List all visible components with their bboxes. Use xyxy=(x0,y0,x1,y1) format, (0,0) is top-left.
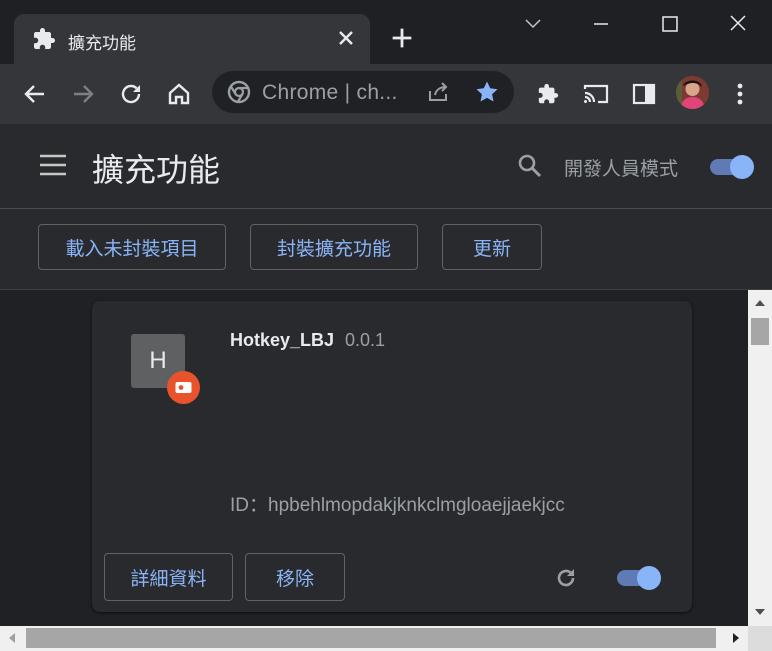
side-panel-icon[interactable] xyxy=(628,78,660,110)
minimize-icon[interactable] xyxy=(583,10,619,40)
tab-extensions[interactable]: 擴充功能 xyxy=(14,14,370,64)
extensions-puzzle-icon[interactable] xyxy=(532,78,564,110)
browser-window: 擴充功能 Chrome | ch... 擴充功能 開發人員模式 載入未封裝項目 … xyxy=(0,0,772,651)
search-icon[interactable] xyxy=(516,152,544,180)
details-button[interactable]: 詳細資料 xyxy=(104,553,233,601)
bookmark-star-icon[interactable] xyxy=(474,79,500,105)
extension-name: Hotkey_LBJ xyxy=(230,330,335,350)
new-tab-icon[interactable] xyxy=(388,24,416,52)
unpacked-badge xyxy=(167,371,200,404)
scroll-down-arrow-icon[interactable] xyxy=(752,604,768,620)
developer-mode-toggle[interactable] xyxy=(710,153,756,179)
hamburger-menu-icon[interactable] xyxy=(38,152,68,178)
tab-title: 擴充功能 xyxy=(68,34,136,53)
avatar-image xyxy=(676,76,709,109)
extension-enable-toggle[interactable] xyxy=(617,564,663,590)
update-button[interactable]: 更新 xyxy=(442,224,542,270)
pack-extension-button[interactable]: 封裝擴充功能 xyxy=(250,224,418,270)
scrollbar-corner xyxy=(748,626,772,651)
menu-dots-icon[interactable] xyxy=(724,78,756,110)
scroll-right-arrow-icon[interactable] xyxy=(728,630,744,646)
extension-version: 0.0.1 xyxy=(345,330,386,350)
tab-search-chevron-icon[interactable] xyxy=(515,10,551,40)
chrome-logo-icon xyxy=(227,80,251,104)
profile-avatar[interactable] xyxy=(676,76,709,109)
horizontal-scroll-thumb[interactable] xyxy=(26,628,716,648)
puzzle-icon xyxy=(34,28,55,49)
home-icon[interactable] xyxy=(163,78,195,110)
cast-icon[interactable] xyxy=(580,78,612,110)
scroll-up-arrow-icon[interactable] xyxy=(752,295,768,311)
maximize-icon[interactable] xyxy=(652,10,688,40)
developer-badge-icon xyxy=(175,382,192,393)
remove-button[interactable]: 移除 xyxy=(245,553,345,601)
back-arrow-icon[interactable] xyxy=(19,78,51,110)
load-unpacked-button[interactable]: 載入未封裝項目 xyxy=(38,224,226,270)
omnibox-url-text: Chrome | ch... xyxy=(262,81,398,104)
toggle-knob xyxy=(730,155,754,179)
close-window-icon[interactable] xyxy=(720,10,756,40)
page-title: 擴充功能 xyxy=(92,152,221,188)
toggle-knob xyxy=(637,566,661,590)
extension-id: ID：hpbehlmopdakjknkclmgloaejjaekjcc xyxy=(230,495,565,516)
extension-icon-letter: H xyxy=(149,347,167,374)
reload-icon[interactable] xyxy=(115,78,147,110)
reload-extension-icon[interactable] xyxy=(551,563,581,593)
vertical-scroll-thumb[interactable] xyxy=(751,318,769,345)
forward-arrow-icon[interactable] xyxy=(67,78,99,110)
share-icon[interactable] xyxy=(426,79,452,105)
omnibox[interactable]: Chrome | ch... xyxy=(212,71,514,113)
close-tab-icon[interactable] xyxy=(334,26,358,50)
developer-mode-label: 開發人員模式 xyxy=(564,159,679,180)
scroll-left-arrow-icon[interactable] xyxy=(4,630,20,646)
